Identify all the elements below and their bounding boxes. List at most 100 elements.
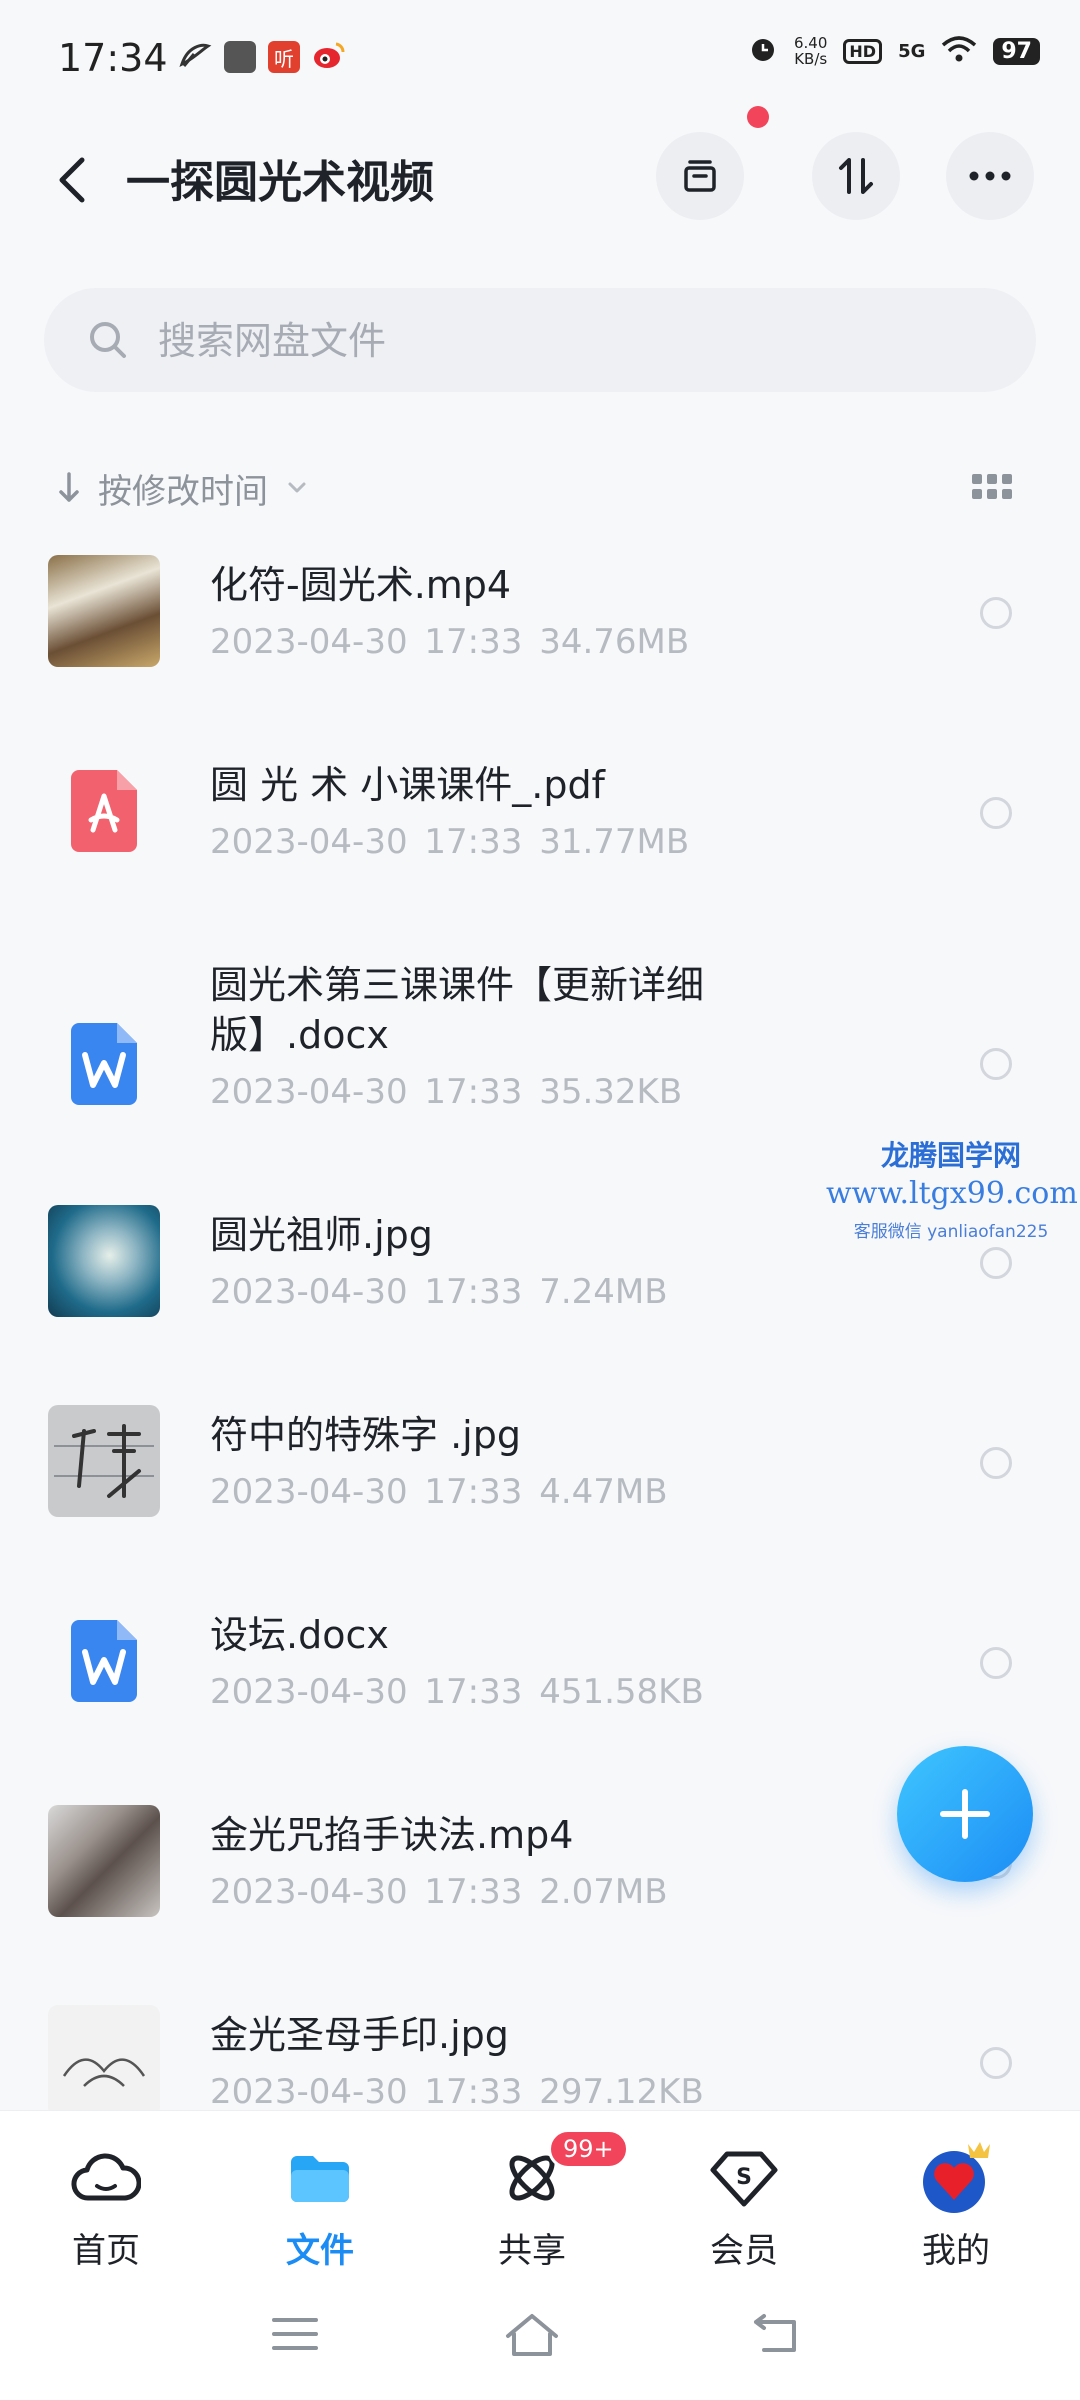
watermark-title: 龙腾国学网 xyxy=(880,1139,1021,1172)
menu-lines-icon xyxy=(272,2318,318,2350)
chevron-down-icon xyxy=(288,482,306,493)
file-name: 圆光祖师.jpg xyxy=(210,1213,433,1257)
feather-icon xyxy=(178,40,212,74)
word-file-icon xyxy=(48,1605,160,1717)
file-row[interactable]: 符中的特殊字 .jpg 2023-04-30 17:33 4.47MB xyxy=(0,1390,1080,1590)
more-options-button[interactable] xyxy=(946,132,1034,220)
search-icon xyxy=(90,322,126,358)
nav-files-label: 文件 xyxy=(286,2231,354,2271)
image-thumbnail xyxy=(48,2005,160,2110)
file-meta: 2023-04-30 17:33 35.32KB xyxy=(210,1072,683,1112)
notification-dot xyxy=(747,106,769,128)
file-meta: 2023-04-30 17:33 451.58KB xyxy=(210,1672,704,1712)
nav-share-label: 共享 xyxy=(498,2231,566,2271)
select-checkbox[interactable] xyxy=(980,2047,1012,2079)
file-meta: 2023-04-30 17:33 7.24MB xyxy=(210,1272,668,1312)
sort-selector[interactable]: 按修改时间 xyxy=(56,460,312,516)
watermark-url: www.ltgx99.com xyxy=(826,1176,1078,1211)
transfer-list-button[interactable] xyxy=(656,132,744,220)
file-meta: 2023-04-30 17:33 2.07MB xyxy=(210,1872,668,1912)
ting-app-icon: 听 xyxy=(268,41,300,73)
status-bar: 17:34 听 6.40 KB/s HD 5G 97 xyxy=(0,0,1080,120)
status-right-icons: 6.40 KB/s HD 5G 97 xyxy=(748,34,1040,68)
nav-home[interactable]: 首页 xyxy=(26,2137,186,2272)
file-row[interactable]: 圆 光 术 小课课件_.pdf 2023-04-30 17:33 31.77MB xyxy=(0,740,1080,940)
video-thumbnail xyxy=(48,555,160,667)
file-row[interactable]: 化符-圆光术.mp4 2023-04-30 17:33 34.76MB xyxy=(0,540,1080,740)
page-title: 一探圆光术视频 xyxy=(126,157,434,208)
file-meta: 2023-04-30 17:33 34.76MB xyxy=(210,622,690,662)
file-name: 圆 光 术 小课课件_.pdf xyxy=(210,763,605,807)
file-name: 设坛.docx xyxy=(210,1613,389,1657)
cloud-home-icon xyxy=(71,2153,141,2201)
nav-home-label: 首页 xyxy=(72,2231,140,2271)
watermark: 龙腾国学网 www.ltgx99.com 客服微信 yanliaofan225 xyxy=(826,1134,1078,1242)
signal-5g-icon: 5G xyxy=(898,40,926,62)
watermark-contact: 客服微信 yanliaofan225 xyxy=(853,1222,1049,1242)
home-icon xyxy=(506,2314,558,2356)
nav-share[interactable]: 共享 99+ xyxy=(452,2129,629,2272)
alarm-icon xyxy=(748,34,778,68)
share-count-badge: 99+ xyxy=(548,2129,629,2169)
file-meta: 2023-04-30 17:33 4.47MB xyxy=(210,1472,668,1512)
avatar-icon xyxy=(923,2142,990,2213)
word-file-icon xyxy=(48,1008,160,1120)
wifi-icon xyxy=(941,35,977,67)
vip-diamond-icon: S xyxy=(710,2151,778,2207)
search-input[interactable] xyxy=(156,288,1000,394)
folder-icon xyxy=(291,2156,349,2202)
net-speed: 6.40 KB/s xyxy=(793,34,828,68)
file-row[interactable]: 设坛.docx 2023-04-30 17:33 451.58KB xyxy=(0,1590,1080,1790)
file-name: 金光圣母手印.jpg xyxy=(210,2013,509,2057)
file-name: 圆光术第三课课件【更新详细版】.docx xyxy=(210,963,705,1057)
select-checkbox[interactable] xyxy=(980,797,1012,829)
search-bar[interactable] xyxy=(44,288,1036,394)
recent-apps-button[interactable] xyxy=(270,2312,320,2360)
back-button[interactable] xyxy=(50,152,98,208)
file-name: 化符-圆光术.mp4 xyxy=(210,563,512,607)
file-name: 金光咒掐手诀法.mp4 xyxy=(210,1813,574,1857)
grid-icon xyxy=(972,474,1012,499)
back-arrow-icon xyxy=(754,2314,796,2352)
select-checkbox[interactable] xyxy=(980,597,1012,629)
select-checkbox[interactable] xyxy=(980,1247,1012,1279)
nav-me-label: 我的 xyxy=(922,2231,990,2271)
hd-badge: HD xyxy=(843,38,883,64)
select-checkbox[interactable] xyxy=(980,1447,1012,1479)
file-name: 符中的特殊字 .jpg xyxy=(210,1413,521,1457)
plus-icon xyxy=(940,1789,990,1839)
file-meta: 2023-04-30 17:33 297.12KB xyxy=(210,2072,704,2110)
status-time: 17:34 xyxy=(58,36,168,80)
back-nav-button[interactable] xyxy=(750,2312,804,2362)
status-app-icons: 听 xyxy=(178,40,346,74)
sort-arrows-icon xyxy=(839,158,873,194)
pdf-file-icon xyxy=(48,755,160,867)
battery-indicator: 97 xyxy=(993,37,1040,65)
sort-order-button[interactable] xyxy=(812,132,900,220)
bottom-nav: 首页 文件 共享 99+ S 会员 我的 xyxy=(0,2110,1080,2291)
arrow-down-icon xyxy=(59,472,79,502)
weibo-icon xyxy=(312,40,346,74)
video-thumbnail xyxy=(48,1805,160,1917)
nav-vip-label: 会员 xyxy=(710,2231,778,2271)
image-thumbnail xyxy=(48,1405,160,1517)
svg-text:S: S xyxy=(736,2165,752,2190)
header: 一探圆光术视频 xyxy=(0,120,1080,240)
image-thumbnail xyxy=(48,1205,160,1317)
square-app-icon xyxy=(224,41,256,73)
home-button[interactable] xyxy=(502,2312,562,2364)
add-fab-button[interactable] xyxy=(897,1746,1033,1882)
chevron-left-icon xyxy=(59,157,85,203)
nav-me[interactable]: 我的 xyxy=(876,2137,1036,2272)
select-checkbox[interactable] xyxy=(980,1647,1012,1679)
archive-box-icon xyxy=(684,160,716,192)
more-dots-icon xyxy=(969,171,1011,181)
file-row[interactable]: 金光圣母手印.jpg 2023-04-30 17:33 297.12KB xyxy=(0,1990,1080,2110)
nav-files[interactable]: 文件 xyxy=(240,2137,400,2272)
select-checkbox[interactable] xyxy=(980,1048,1012,1080)
system-nav-bar xyxy=(0,2290,1080,2400)
grid-view-toggle[interactable] xyxy=(972,472,1012,502)
nav-vip[interactable]: S 会员 xyxy=(664,2137,824,2272)
sort-label: 按修改时间 xyxy=(98,471,268,512)
file-meta: 2023-04-30 17:33 31.77MB xyxy=(210,822,690,862)
